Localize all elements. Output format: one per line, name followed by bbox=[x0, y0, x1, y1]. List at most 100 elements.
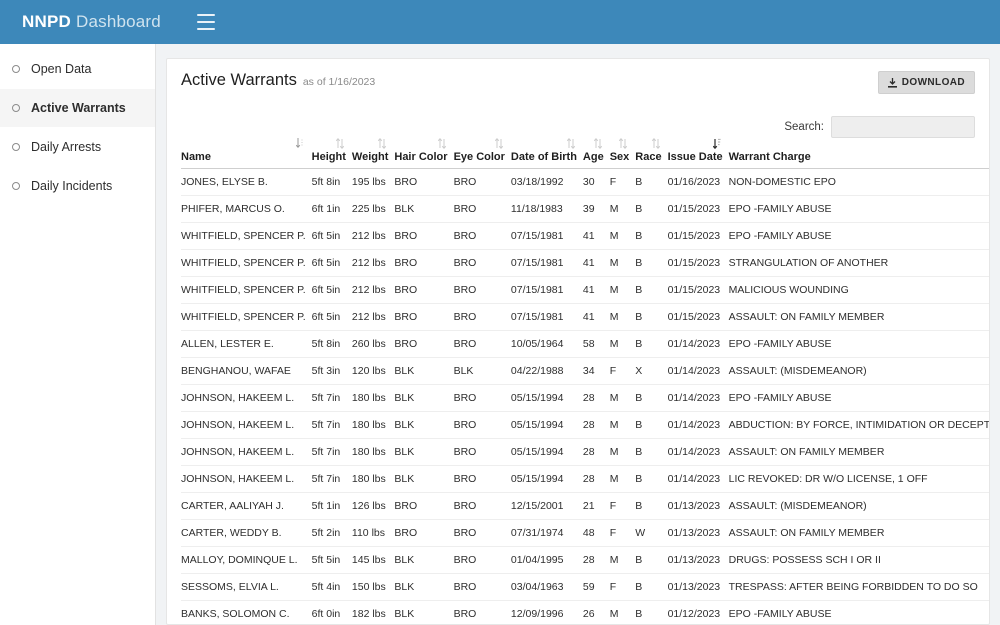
cell-hair: BLK bbox=[394, 357, 454, 385]
search-input[interactable] bbox=[831, 116, 975, 138]
sort-icon bbox=[437, 138, 446, 149]
cell-issue: 01/15/2023 bbox=[667, 195, 729, 223]
table-row[interactable]: JOHNSON, HAKEEM L. 5ft 7in 180 lbs BLK BRO 05… bbox=[181, 411, 989, 439]
cell-hair: BLK bbox=[394, 411, 454, 439]
table-row[interactable]: BENGHANOU, WAFAE 5ft 3in 120 lbs BLK BLK 04/2… bbox=[181, 357, 989, 385]
cell-name: WHITFIELD, SPENCER P. bbox=[181, 276, 312, 304]
sidebar-item-daily-arrests[interactable]: Daily Arrests bbox=[0, 128, 155, 166]
card-header: Active Warrants as of 1/16/2023 DOWNLOAD bbox=[181, 71, 975, 105]
table-row[interactable]: WHITFIELD, SPENCER P. 6ft 5in 212 lbs BRO BR… bbox=[181, 249, 989, 277]
cell-hair: BLK bbox=[394, 546, 454, 574]
column-header-height[interactable]: Height bbox=[311, 138, 352, 169]
cell-hair: BLK bbox=[394, 195, 454, 223]
cell-name: WHITFIELD, SPENCER P. bbox=[181, 303, 312, 331]
cell-sex: M bbox=[609, 249, 636, 277]
cell-age: 41 bbox=[582, 249, 610, 277]
cell-name: JOHNSON, HAKEEM L. bbox=[181, 411, 312, 439]
table-header-row: Name Height Weight Hair Color Eye Color … bbox=[181, 138, 989, 169]
hamburger-icon[interactable] bbox=[196, 14, 215, 30]
cell-age: 39 bbox=[582, 195, 610, 223]
cell-dob: 12/09/1996 bbox=[510, 600, 583, 624]
column-header-date-of-birth[interactable]: Date of Birth bbox=[510, 138, 583, 169]
table-row[interactable]: PHIFER, MARCUS O. 6ft 1in 225 lbs BLK BRO 11/… bbox=[181, 195, 989, 223]
column-header-sex[interactable]: Sex bbox=[609, 138, 636, 169]
cell-eye: BRO bbox=[453, 330, 511, 358]
column-header-label: Date of Birth bbox=[510, 151, 577, 163]
table-row[interactable]: BANKS, SOLOMON C. 6ft 0in 182 lbs BLK BRO 12/… bbox=[181, 600, 989, 624]
cell-race: W bbox=[635, 519, 668, 547]
sort-icon bbox=[494, 138, 504, 149]
cell-age: 28 bbox=[582, 411, 610, 439]
cell-height: 6ft 5in bbox=[311, 249, 352, 277]
cell-name: CARTER, AALIYAH J. bbox=[181, 492, 312, 520]
cell-eye: BRO bbox=[453, 600, 511, 624]
cell-race: B bbox=[635, 303, 668, 331]
table-row[interactable]: WHITFIELD, SPENCER P. 6ft 5in 212 lbs BRO BR… bbox=[181, 222, 989, 250]
sidebar-item-label: Daily Incidents bbox=[31, 179, 113, 193]
cell-charge: EPO -FAMILY ABUSE bbox=[728, 384, 989, 412]
cell-weight: 110 lbs bbox=[351, 519, 395, 547]
cell-dob: 05/15/1994 bbox=[510, 384, 583, 412]
table-row[interactable]: CARTER, WEDDY B. 5ft 2in 110 lbs BRO BRO 07/3… bbox=[181, 519, 989, 547]
column-header-name[interactable]: Name bbox=[181, 138, 312, 169]
cell-name: WHITFIELD, SPENCER P. bbox=[181, 249, 312, 277]
cell-sex: M bbox=[609, 438, 636, 466]
download-button[interactable]: DOWNLOAD bbox=[877, 71, 975, 94]
cell-dob: 07/15/1981 bbox=[510, 249, 583, 277]
table-row[interactable]: ALLEN, LESTER E. 5ft 8in 260 lbs BRO BRO 10/0… bbox=[181, 330, 989, 358]
column-header-race[interactable]: Race bbox=[635, 138, 668, 169]
cell-weight: 212 lbs bbox=[351, 303, 395, 331]
column-header-label: Warrant Charge bbox=[728, 151, 811, 163]
cell-race: B bbox=[635, 222, 668, 250]
sidebar-item-daily-incidents[interactable]: Daily Incidents bbox=[0, 167, 155, 205]
table-row[interactable]: WHITFIELD, SPENCER P. 6ft 5in 212 lbs BRO BR… bbox=[181, 276, 989, 304]
brand-logo[interactable]: NNPD Dashboard bbox=[22, 12, 161, 32]
table-row[interactable]: JOHNSON, HAKEEM L. 5ft 7in 180 lbs BLK BRO 05… bbox=[181, 438, 989, 466]
cell-hair: BLK bbox=[394, 438, 454, 466]
column-header-weight[interactable]: Weight bbox=[351, 138, 395, 169]
cell-weight: 212 lbs bbox=[351, 222, 395, 250]
cell-eye: BRO bbox=[453, 168, 511, 196]
table-row[interactable]: JONES, ELYSE B. 5ft 8in 195 lbs BRO BRO 03/18… bbox=[181, 168, 989, 196]
table-row[interactable]: WHITFIELD, SPENCER P. 6ft 5in 212 lbs BRO BR… bbox=[181, 303, 989, 331]
cell-name: JOHNSON, HAKEEM L. bbox=[181, 465, 312, 493]
column-header-eye-color[interactable]: Eye Color bbox=[453, 138, 511, 169]
cell-sex: F bbox=[609, 519, 636, 547]
cell-name: ALLEN, LESTER E. bbox=[181, 330, 312, 358]
sidebar-item-active-warrants[interactable]: Active Warrants bbox=[0, 89, 155, 127]
cell-eye: BRO bbox=[453, 438, 511, 466]
cell-sex: F bbox=[609, 357, 636, 385]
table-row[interactable]: JOHNSON, HAKEEM L. 5ft 7in 180 lbs BLK BRO 05… bbox=[181, 465, 989, 493]
cell-charge: EPO -FAMILY ABUSE bbox=[728, 600, 989, 624]
cell-name: WHITFIELD, SPENCER P. bbox=[181, 222, 312, 250]
table-row[interactable]: SESSOMS, ELVIA L. 5ft 4in 150 lbs BLK BRO 03/… bbox=[181, 573, 989, 601]
cell-eye: BRO bbox=[453, 249, 511, 277]
table-row[interactable]: JOHNSON, HAKEEM L. 5ft 7in 180 lbs BLK BRO 05… bbox=[181, 384, 989, 412]
cell-issue: 01/15/2023 bbox=[667, 303, 729, 331]
cell-dob: 07/15/1981 bbox=[510, 276, 583, 304]
column-header-hair-color[interactable]: Hair Color bbox=[394, 138, 454, 169]
sort-icon bbox=[651, 138, 660, 149]
column-header-warrant-charge[interactable]: Warrant Charge bbox=[728, 151, 989, 169]
column-header-issue-date[interactable]: Issue Date bbox=[667, 138, 729, 169]
cell-charge: MALICIOUS WOUNDING bbox=[728, 276, 989, 304]
cell-dob: 05/15/1994 bbox=[510, 465, 583, 493]
cell-height: 5ft 3in bbox=[311, 357, 352, 385]
top-navbar: NNPD Dashboard bbox=[0, 0, 1000, 44]
cell-issue: 01/14/2023 bbox=[667, 384, 729, 412]
sidebar-item-open-data[interactable]: Open Data bbox=[0, 50, 155, 88]
table-row[interactable]: MALLOY, DOMINQUE L. 5ft 5in 145 lbs BLK BRO 0… bbox=[181, 546, 989, 574]
cell-race: B bbox=[635, 465, 668, 493]
cell-age: 28 bbox=[582, 438, 610, 466]
warrants-table: Name Height Weight Hair Color Eye Color … bbox=[181, 138, 989, 624]
cell-sex: M bbox=[609, 222, 636, 250]
cell-eye: BRO bbox=[453, 465, 511, 493]
column-header-age[interactable]: Age bbox=[582, 138, 610, 169]
cell-hair: BRO bbox=[394, 303, 454, 331]
brand-subtitle: Dashboard bbox=[75, 12, 161, 31]
cell-name: PHIFER, MARCUS O. bbox=[181, 195, 312, 223]
cell-charge: LIC REVOKED: DR W/O LICENSE, 1 OFF bbox=[728, 465, 989, 493]
cell-sex: M bbox=[609, 330, 636, 358]
warrants-card: Active Warrants as of 1/16/2023 DOWNLOAD… bbox=[166, 58, 990, 625]
table-row[interactable]: CARTER, AALIYAH J. 5ft 1in 126 lbs BRO BRO 12… bbox=[181, 492, 989, 520]
